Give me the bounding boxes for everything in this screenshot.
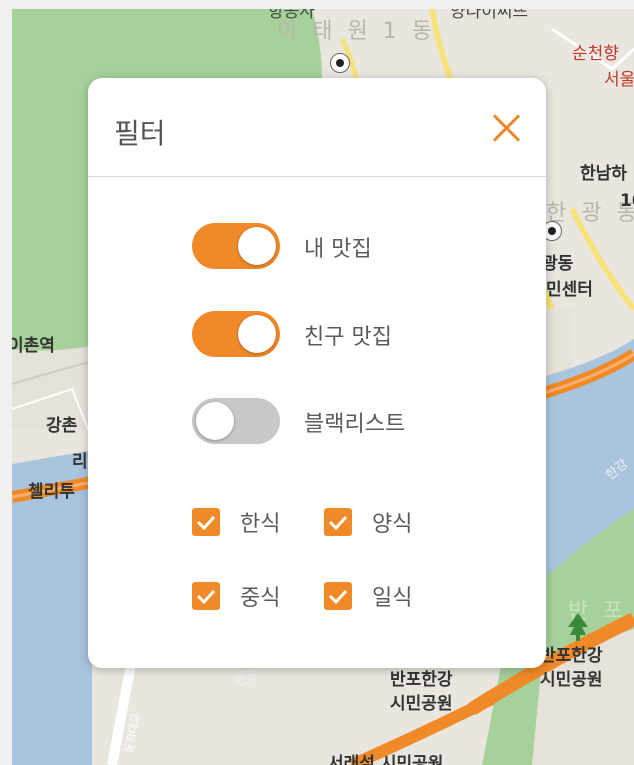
checkbox-checked-icon [324,508,352,536]
tree-icon [568,613,588,641]
checkbox-checked-icon [192,508,220,536]
filter-dialog: 필터 내 맛집 친구 맛집 블랙리스트 한식 양식 중식 일식 [88,78,546,668]
map-label-park-sub-1: 반포한강 [390,670,453,690]
close-icon[interactable] [486,108,526,148]
map-poi-marker[interactable] [330,53,350,73]
map-label-hannam: 한남하 [580,164,627,184]
map-label-gwangdong: 광동 [542,254,574,274]
map-label-banpo-park-1: 반포한강 [540,646,603,666]
checkbox-korean[interactable]: 한식 [192,506,302,537]
toggle-row-my-restaurants: 내 맛집 [192,223,492,269]
toggle-knob [238,227,276,265]
map-label-bottom: 서래섬 시민공원 [328,754,444,765]
map-label-top-left: 항공사 [268,9,315,22]
checkbox-checked-icon [192,582,220,610]
blacklist-toggle[interactable] [192,398,280,444]
checkbox-label: 중식 [240,586,281,611]
toggle-row-friend-restaurants: 친구 맛집 [192,311,492,357]
map-label-gangchon: 강촌 [46,416,78,436]
map-label-park-sub-2: 시민공원 [390,694,453,714]
toggle-row-blacklist: 블랙리스트 [192,398,492,444]
dialog-title: 필터 [114,117,166,150]
dialog-header: 필터 [88,78,546,177]
my-restaurants-toggle[interactable] [192,223,280,269]
map-label-chelitu: 첼리투 [28,482,75,502]
map-label-center: 민센터 [546,280,593,300]
map-label-ichon-station: 이촌역 [12,336,55,356]
friend-restaurants-toggle[interactable] [192,311,280,357]
toggle-knob [238,315,276,353]
checkbox-western[interactable]: 양식 [324,506,434,537]
toggle-label: 내 맛집 [304,237,372,262]
checkbox-checked-icon [324,582,352,610]
map-label-seoul: 서울 [604,70,634,90]
window-frame-left [0,0,12,765]
checkbox-chinese[interactable]: 중식 [192,580,302,611]
checkbox-label: 일식 [372,586,413,611]
toggle-label: 블랙리스트 [304,412,406,437]
map-label-hannam-io: 10 [620,191,634,211]
checkbox-label: 양식 [372,512,413,537]
checkbox-japanese[interactable]: 일식 [324,580,434,611]
checkbox-label: 한식 [240,512,281,537]
map-label-suncheon: 순천향 [572,44,619,64]
map-label-top-mid: 양나이씨뜨 [450,9,529,22]
toggle-knob [196,402,234,440]
window-frame-top [0,0,634,9]
toggle-label: 친구 맛집 [304,325,392,350]
map-label-ri: 리 [72,452,88,472]
map-label-banpo-park-2: 시민공원 [540,670,603,690]
